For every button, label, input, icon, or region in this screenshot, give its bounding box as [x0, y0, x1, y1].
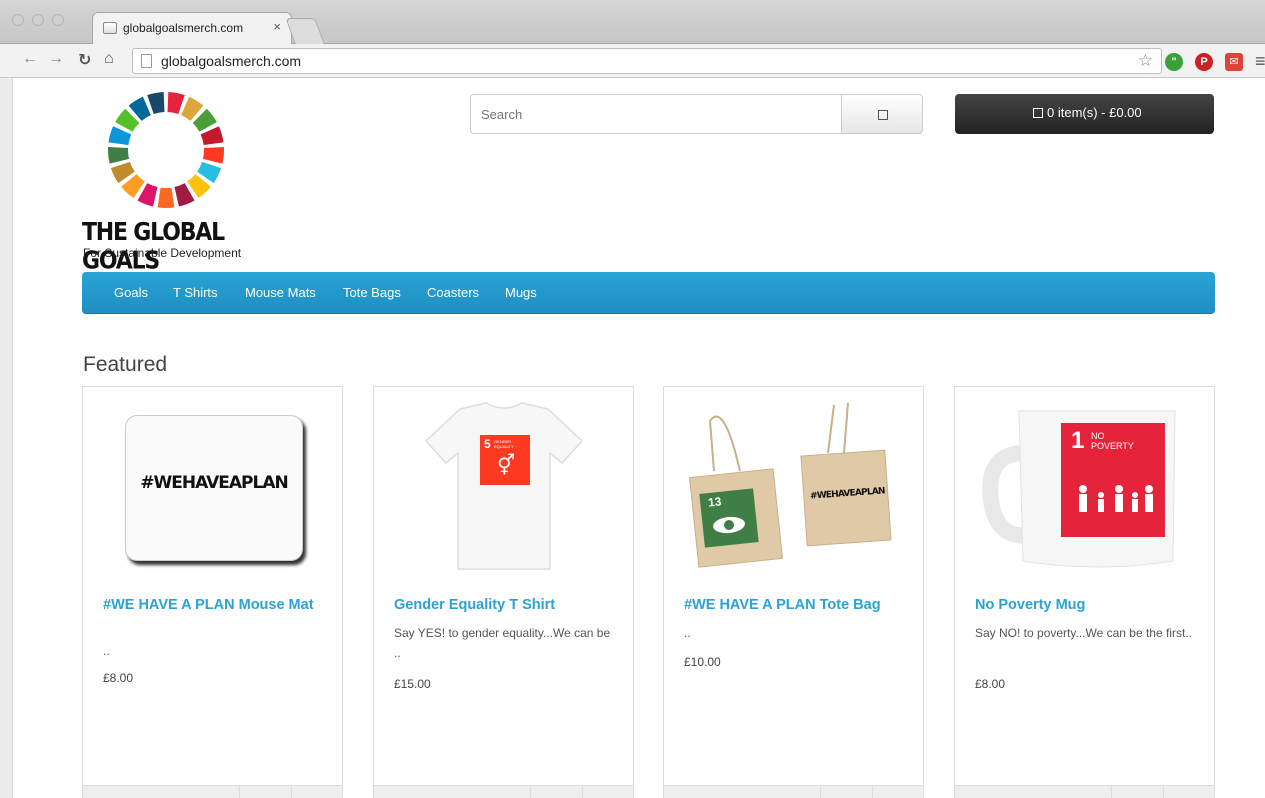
address-bar[interactable]: globalgoalsmerch.com ☆	[132, 48, 1162, 74]
mat-print-text: #WEHAVEAPLAN	[140, 473, 288, 493]
pinterest-extension-icon[interactable]: P	[1195, 53, 1213, 71]
goals-wheel-icon	[108, 92, 224, 208]
product-card: 5 GENDER EQUALITY ⚥ Gender Equality T Sh…	[373, 386, 634, 798]
featured-heading: Featured	[83, 353, 168, 376]
logo-subtitle: For Sustainable Development	[83, 246, 242, 260]
menu-item-tote-bags[interactable]: Tote Bags	[343, 285, 401, 300]
product-description: ..	[684, 626, 691, 640]
product-description: Say NO! to poverty...We can be the first…	[975, 626, 1192, 640]
wheel-segment	[202, 146, 224, 164]
tab-close-icon[interactable]: ×	[273, 19, 281, 34]
search-input[interactable]	[470, 94, 842, 134]
category-menu: Goals T Shirts Mouse Mats Tote Bags Coas…	[82, 272, 1215, 314]
product-actions	[374, 785, 633, 798]
browser-toolbar: ← → ↻ ⌂ globalgoalsmerch.com ☆ " P ✉ ≡	[0, 44, 1265, 78]
browser-tab-strip: globalgoalsmerch.com ×	[0, 0, 1265, 44]
reload-icon[interactable]: ↻	[78, 50, 91, 70]
wheel-segment	[147, 92, 165, 115]
menu-item-goals[interactable]: Goals	[114, 285, 148, 300]
product-price: £10.00	[684, 655, 721, 669]
product-description: Say YES! to gender equality...We can be …	[394, 626, 611, 660]
bookmark-star-icon[interactable]: ☆	[1138, 51, 1153, 71]
product-price: £15.00	[394, 677, 431, 691]
wheel-segment	[157, 187, 175, 208]
global-goals-logo[interactable]: THE GLOBAL GOALS For Sustainable Develop…	[82, 90, 262, 276]
tote-bag-icon	[688, 402, 892, 568]
product-price: £8.00	[975, 677, 1006, 691]
product-image-mouse-mat[interactable]: #WEHAVEAPLAN	[107, 401, 319, 571]
mug-icon	[982, 410, 1176, 568]
forward-arrow-icon[interactable]: →	[48, 50, 64, 68]
search-button[interactable]	[841, 94, 923, 134]
cart-button[interactable]: 0 item(s) - £0.00	[955, 94, 1214, 134]
menu-item-mouse-mats[interactable]: Mouse Mats	[245, 285, 316, 300]
product-title-link[interactable]: No Poverty Mug	[975, 597, 1200, 613]
cart-icon	[1033, 108, 1043, 118]
product-title-link[interactable]: Gender Equality T Shirt	[394, 597, 619, 613]
sidebar-edge	[0, 78, 13, 798]
product-description: ..	[103, 644, 110, 658]
menu-item-t-shirts[interactable]: T Shirts	[173, 285, 218, 300]
menu-item-coasters[interactable]: Coasters	[427, 285, 479, 300]
product-title-link[interactable]: #WE HAVE A PLAN Mouse Mat	[103, 597, 328, 613]
product-card: 1 NO POVERTY No Poverty Mug Say NO! to p…	[954, 386, 1215, 798]
page-icon	[141, 54, 152, 68]
tab-title: globalgoalsmerch.com	[123, 21, 244, 35]
product-image-mug[interactable]: 1 NO POVERTY	[979, 401, 1191, 571]
zoom-window-button[interactable]	[52, 14, 64, 26]
browser-tab[interactable]: globalgoalsmerch.com ×	[92, 12, 292, 44]
product-actions	[955, 785, 1214, 798]
menu-item-mugs[interactable]: Mugs	[505, 285, 537, 300]
no-poverty-number: 1	[1071, 427, 1085, 454]
back-arrow-icon[interactable]: ←	[22, 50, 38, 68]
cart-label: 0 item(s) - £0.00	[1047, 105, 1142, 120]
product-actions	[83, 785, 342, 798]
product-image-t-shirt[interactable]: 5 GENDER EQUALITY ⚥	[398, 401, 610, 571]
wheel-segment	[167, 92, 185, 115]
browser-menu-icon[interactable]: ≡	[1255, 51, 1265, 72]
product-card: #WEHAVEAPLAN 13 #WE HAVE A PLAN Tote Bag…	[663, 386, 924, 798]
product-title-link[interactable]: #WE HAVE A PLAN Tote Bag	[684, 597, 909, 613]
product-price: £8.00	[103, 671, 134, 685]
cart-favicon-icon	[103, 22, 117, 34]
hangouts-extension-icon[interactable]: "	[1165, 53, 1183, 71]
search-icon	[878, 110, 888, 120]
climate-action-number: 13	[707, 494, 723, 510]
product-card: #WEHAVEAPLAN #WE HAVE A PLAN Mouse Mat .…	[82, 386, 343, 798]
home-icon[interactable]: ⌂	[104, 50, 114, 68]
mail-extension-icon[interactable]: ✉	[1225, 53, 1243, 71]
gender-equality-badge: 5 GENDER EQUALITY ⚥	[480, 435, 530, 485]
search-bar	[470, 94, 923, 134]
product-image-tote-bag[interactable]: #WEHAVEAPLAN 13	[688, 401, 900, 571]
no-poverty-caption: NO POVERTY	[1091, 431, 1134, 451]
minimize-window-button[interactable]	[32, 14, 44, 26]
url-text[interactable]: globalgoalsmerch.com	[161, 53, 301, 69]
close-window-button[interactable]	[12, 14, 24, 26]
product-actions	[664, 785, 923, 798]
t-shirt-icon	[424, 402, 584, 570]
wheel-segment	[108, 146, 130, 164]
